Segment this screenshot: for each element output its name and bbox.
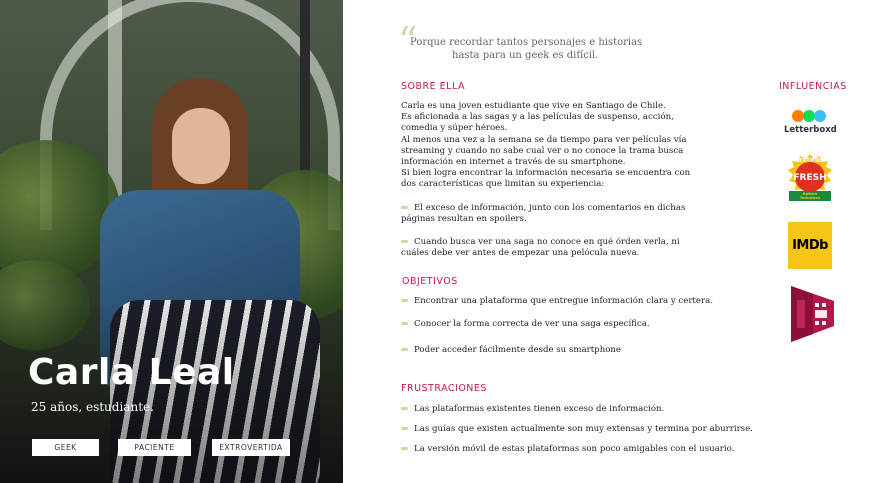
influences-heading: INFLUENCIAS — [779, 81, 847, 92]
objectives-heading: OBJETIVOS — [402, 276, 458, 287]
objective-item: Poder acceder fácilmente desde su smartp… — [401, 345, 621, 356]
about-point: El exceso de información, junto con los … — [401, 203, 686, 225]
frustrations-heading: FRUSTRACIONES — [401, 383, 487, 394]
quote-line-1: Porque recordar tantos personajes e hist… — [410, 37, 643, 48]
objective-item: Conocer la forma correcta de ver una sag… — [401, 319, 650, 330]
rt-certified-text: CERTIFIED — [795, 158, 825, 164]
frustration-item: Las guías que existen actualmente son mu… — [401, 424, 753, 435]
imdb-logo: IMDb — [788, 222, 832, 269]
tag-extrovertida: EXTROVERTIDA — [212, 439, 290, 456]
bullet-icon — [401, 348, 408, 351]
frustration-item: La versión móvil de estas plataformas so… — [401, 444, 734, 455]
objective-item: Encontrar una plataforma que entregue in… — [401, 296, 713, 307]
about-line: Carla es una joven estudiante que vive e… — [401, 101, 666, 111]
about-line: información en internet a través de su s… — [401, 157, 626, 168]
bullet-icon — [401, 427, 408, 430]
rt-fresh-text: FRESH — [793, 173, 827, 183]
about-heading: SOBRE ELLA — [401, 81, 465, 92]
bullet-icon — [401, 240, 408, 243]
frustration-item: Las plataformas existentes tienen exceso… — [401, 404, 664, 415]
letterboxd-logo: Letterboxd — [784, 110, 837, 138]
rt-brand-text: Rotten Tomatoes — [799, 191, 821, 200]
about-line: dos características que limitan su exper… — [401, 179, 605, 190]
bullet-icon — [401, 447, 408, 450]
bullet-icon — [401, 407, 408, 410]
about-point: Cuando busca ver una saga no conoce en q… — [401, 237, 680, 259]
bullet-icon — [401, 299, 408, 302]
imdb-logo-text: IMDb — [792, 238, 828, 253]
about-line: Si bien logra encontrar la información n… — [401, 168, 691, 179]
about-line: Es aficionada a las sagas y a las pelícu… — [401, 112, 674, 123]
letterboxd-logo-text: Letterboxd — [784, 125, 837, 135]
film-app-logo — [789, 286, 834, 342]
persona-name: Carla Leal — [28, 352, 235, 393]
rotten-tomatoes-logo: CERTIFIED FRESH Rotten Tomatoes — [786, 153, 834, 205]
bullet-icon — [401, 206, 408, 209]
tag-geek: GEEK — [32, 439, 99, 456]
about-line: streaming y cuando no sabe cual ver o no… — [401, 145, 684, 156]
about-line: Al menos una vez a la semana se da tiemp… — [401, 134, 687, 145]
bullet-icon — [401, 322, 408, 325]
about-line: comedia y súper héroes. — [401, 123, 508, 134]
persona-subtitle: 25 años, estudiante. — [31, 400, 154, 414]
quote: Porque recordar tantos personajes e hist… — [410, 36, 650, 62]
quote-line-2: hasta para un geek es difícil. — [452, 50, 599, 61]
tag-paciente: PACIENTE — [118, 439, 191, 456]
about-text: Carla es una joven estudiante que vive e… — [401, 101, 711, 191]
